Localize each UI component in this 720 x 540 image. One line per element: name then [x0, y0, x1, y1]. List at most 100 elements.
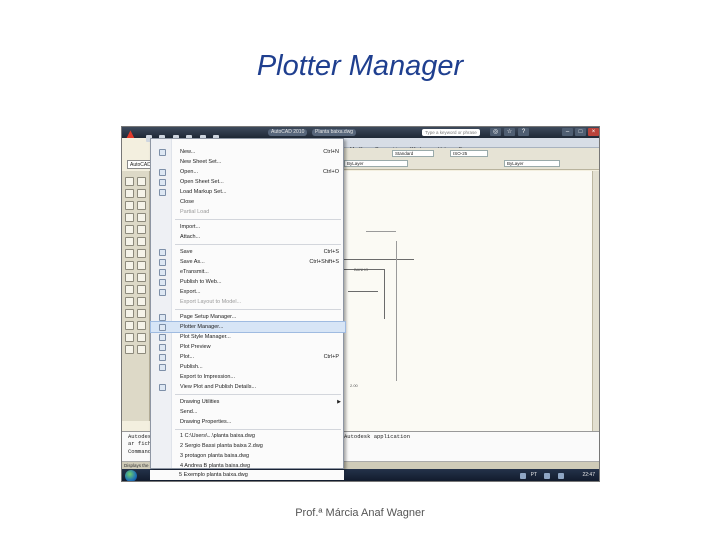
- menu-item-recent-file[interactable]: 1 C:\Users\...\planta baixa.dwg: [151, 431, 345, 441]
- trim-tool-icon[interactable]: [137, 273, 146, 282]
- menu-item-open-sheet-set[interactable]: Open Sheet Set...: [151, 177, 345, 187]
- export-icon: [159, 289, 166, 296]
- wall-line: [344, 259, 414, 260]
- slide-title: Plotter Manager: [256, 50, 464, 82]
- polyline-tool-icon[interactable]: [125, 189, 134, 198]
- preview-icon: [159, 344, 166, 351]
- binoculars-icon[interactable]: ◎: [490, 128, 501, 136]
- mirror-tool-icon[interactable]: [137, 201, 146, 210]
- save-icon: [159, 249, 166, 256]
- menu-item-drawing-properties[interactable]: Drawing Properties...: [151, 417, 345, 427]
- start-button[interactable]: [125, 470, 137, 481]
- wall-line: [348, 291, 378, 292]
- help-icon[interactable]: ?: [518, 128, 529, 136]
- tray-volume-icon[interactable]: [544, 473, 550, 479]
- text-style-select[interactable]: Standard: [392, 150, 434, 157]
- color-select[interactable]: ByLayer: [344, 160, 408, 167]
- tray-battery-icon[interactable]: [558, 473, 564, 479]
- etransmit-icon: [159, 269, 166, 276]
- erase-tool-icon[interactable]: [137, 345, 146, 354]
- table-tool-icon[interactable]: [125, 333, 134, 342]
- region-tool-icon[interactable]: [125, 321, 134, 330]
- chamfer-tool-icon[interactable]: [137, 309, 146, 318]
- language-indicator[interactable]: PT: [531, 472, 537, 478]
- menu-item-save[interactable]: Save Ctrl+S: [151, 247, 345, 257]
- dim-style-select[interactable]: ISO-25: [450, 150, 488, 157]
- slide-footer: Prof.ª Márcia Anaf Wagner: [295, 507, 425, 519]
- menu-item-new[interactable]: New... Ctrl+N: [151, 147, 345, 157]
- arc-tool-icon[interactable]: [125, 225, 134, 234]
- array-tool-icon[interactable]: [137, 225, 146, 234]
- fillet-tool-icon[interactable]: [137, 321, 146, 330]
- explode-tool-icon[interactable]: [137, 333, 146, 342]
- autocad-logo-icon[interactable]: ▲: [124, 127, 141, 141]
- tray-network-icon[interactable]: [520, 473, 526, 479]
- plot-style-icon: [159, 334, 166, 341]
- menu-item-close[interactable]: Close: [151, 197, 345, 207]
- stretch-tool-icon[interactable]: [137, 261, 146, 270]
- line-tool-icon[interactable]: [125, 177, 134, 186]
- circle-tool-icon[interactable]: [125, 237, 134, 246]
- room-label: BANHO: [354, 267, 369, 272]
- move-tool-icon[interactable]: [137, 177, 146, 186]
- revcloud-tool-icon[interactable]: [125, 249, 134, 258]
- linetype-select[interactable]: ByLayer: [504, 160, 560, 167]
- menu-separator: [175, 219, 341, 220]
- extend-tool-icon[interactable]: [137, 285, 146, 294]
- rectangle-tool-icon[interactable]: [125, 213, 134, 222]
- menu-item-view-plot-details[interactable]: View Plot and Publish Details...: [151, 382, 345, 392]
- menu-item-drawing-utilities[interactable]: Drawing Utilities ▶: [151, 397, 345, 407]
- maximize-button[interactable]: □: [575, 128, 586, 136]
- menu-item-publish[interactable]: Publish...: [151, 362, 345, 372]
- menu-item-plot-preview[interactable]: Plot Preview: [151, 342, 345, 352]
- markup-icon: [159, 189, 166, 196]
- scale-tool-icon[interactable]: [137, 249, 146, 258]
- polygon-tool-icon[interactable]: [125, 201, 134, 210]
- plotter-icon: [159, 324, 166, 331]
- close-button[interactable]: ×: [588, 128, 599, 136]
- hatch-tool-icon[interactable]: [125, 309, 134, 318]
- block-tool-icon[interactable]: [125, 285, 134, 294]
- menu-separator: [175, 429, 341, 430]
- menu-item-export[interactable]: Export...: [151, 287, 345, 297]
- submenu-arrow-icon: ▶: [337, 399, 341, 405]
- menu-item-page-setup-manager[interactable]: Page Setup Manager...: [151, 312, 345, 322]
- drawing-canvas[interactable]: BANHO 2.00: [344, 171, 592, 431]
- menu-item-partial-load[interactable]: Partial Load: [151, 207, 345, 217]
- menu-item-recent-file[interactable]: 5 Exemplo planta baixa.dwg: [150, 470, 344, 480]
- break-tool-icon[interactable]: [137, 297, 146, 306]
- menu-item-recent-file[interactable]: 2 Sergio Bassi planta baixa 2.dwg: [151, 441, 345, 451]
- menu-item-publish-to-web[interactable]: Publish to Web...: [151, 277, 345, 287]
- menu-item-send[interactable]: Send...: [151, 407, 345, 417]
- point-tool-icon[interactable]: [125, 297, 134, 306]
- menu-item-etransmit[interactable]: eTransmit...: [151, 267, 345, 277]
- menu-item-plot[interactable]: Plot... Ctrl+P: [151, 352, 345, 362]
- menu-item-plot-style-manager[interactable]: Plot Style Manager...: [151, 332, 345, 342]
- mtext-tool-icon[interactable]: [125, 345, 134, 354]
- command-history-line: Autodesk application: [344, 433, 411, 440]
- clock[interactable]: 22:47: [582, 472, 595, 478]
- plot-icon: [159, 354, 166, 361]
- rotate-tool-icon[interactable]: [137, 237, 146, 246]
- menu-item-import[interactable]: Import...: [151, 222, 345, 232]
- menu-item-plotter-manager[interactable]: Plotter Manager...: [150, 321, 346, 333]
- vertical-scrollbar[interactable]: [592, 171, 599, 431]
- menu-item-export-layout[interactable]: Export Layout to Model...: [151, 297, 345, 307]
- spline-tool-icon[interactable]: [125, 261, 134, 270]
- search-input[interactable]: Type a keyword or phrase: [422, 129, 480, 136]
- menu-item-new-sheet-set[interactable]: New Sheet Set...: [151, 157, 345, 167]
- save-as-icon: [159, 259, 166, 266]
- menu-item-load-markup-set[interactable]: Load Markup Set...: [151, 187, 345, 197]
- menu-item-save-as[interactable]: Save As... Ctrl+Shift+S: [151, 257, 345, 267]
- star-icon[interactable]: ☆: [504, 128, 515, 136]
- ellipse-tool-icon[interactable]: [125, 273, 134, 282]
- menu-item-attach[interactable]: Attach...: [151, 232, 345, 242]
- copy-tool-icon[interactable]: [137, 189, 146, 198]
- menu-item-export-to-impression[interactable]: Export to Impression...: [151, 372, 345, 382]
- minimize-button[interactable]: –: [562, 128, 573, 136]
- wall-line: [384, 269, 385, 319]
- draw-toolbar: [122, 171, 150, 421]
- offset-tool-icon[interactable]: [137, 213, 146, 222]
- menu-item-recent-file[interactable]: 3 protagon planta baixa.dwg: [151, 451, 345, 461]
- menu-item-open[interactable]: Open... Ctrl+O: [151, 167, 345, 177]
